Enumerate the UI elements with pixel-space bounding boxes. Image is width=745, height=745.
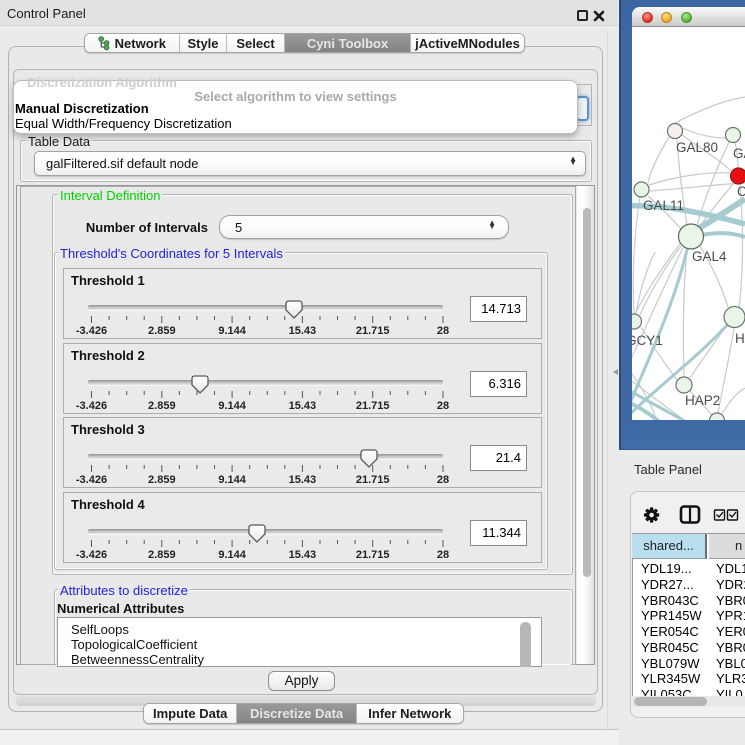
svg-text:C: C [737, 184, 745, 199]
svg-text:HA: HA [735, 331, 745, 346]
svg-text:GA: GA [733, 146, 745, 161]
svg-text:GAL4: GAL4 [692, 249, 727, 264]
svg-text:HAP2: HAP2 [685, 393, 720, 408]
svg-text:GAL11: GAL11 [643, 198, 684, 213]
svg-text:GAL80: GAL80 [676, 140, 718, 155]
svg-text:GCY1: GCY1 [632, 333, 663, 348]
